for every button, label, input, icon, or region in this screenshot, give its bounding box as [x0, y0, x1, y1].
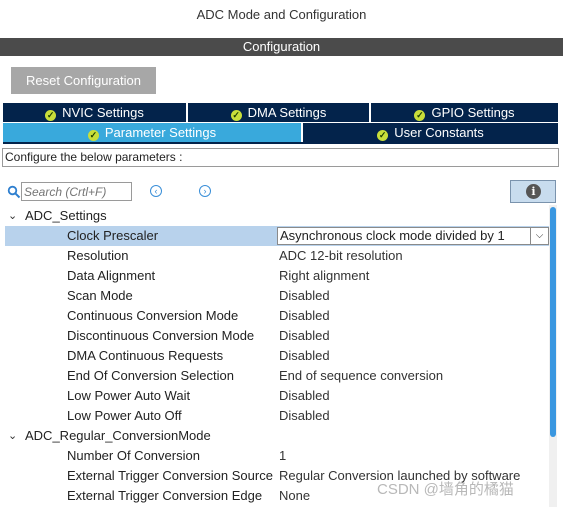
select-value: Asynchronous clock mode divided by 1	[280, 228, 505, 243]
check-icon: ✓	[377, 130, 389, 141]
chevron-down-icon[interactable]: ⌵	[530, 228, 548, 244]
tab-label: GPIO Settings	[431, 105, 515, 120]
group-label: ADC_Settings	[25, 208, 107, 223]
configuration-header: Configuration	[0, 38, 563, 56]
param-value: Disabled	[279, 288, 330, 303]
param-row-dma-continuous-requests[interactable]: DMA Continuous Requests Disabled	[5, 346, 549, 366]
param-name: External Trigger Conversion Edge	[67, 488, 263, 503]
search-input[interactable]	[21, 182, 132, 201]
tabs-divider	[3, 142, 558, 144]
group-label: ADC_Regular_ConversionMode	[25, 428, 211, 443]
param-name: Data Alignment	[67, 268, 156, 283]
param-row-end-of-conversion[interactable]: End Of Conversion Selection End of seque…	[5, 366, 549, 386]
param-name: Low Power Auto Wait	[67, 388, 191, 403]
check-icon: ✓	[230, 110, 242, 121]
param-row-discontinuous-conversion[interactable]: Discontinuous Conversion Mode Disabled	[5, 326, 549, 346]
param-name: Clock Prescaler	[67, 228, 159, 243]
param-value: Right alignment	[279, 268, 370, 283]
watermark: CSDN @墙角的橘猫	[377, 481, 514, 498]
param-name: DMA Continuous Requests	[67, 348, 224, 363]
reset-configuration-button[interactable]: Reset Configuration	[11, 67, 156, 94]
param-row-number-of-conversion[interactable]: Number Of Conversion 1	[5, 446, 549, 466]
param-name: Discontinuous Conversion Mode	[67, 328, 255, 343]
info-button[interactable]: i	[510, 180, 556, 203]
tab-label: User Constants	[394, 125, 484, 140]
group-adc-regular-conversion[interactable]: ⌄ ADC_Regular_ConversionMode	[5, 426, 549, 446]
param-row-low-power-auto-off[interactable]: Low Power Auto Off Disabled	[5, 406, 549, 426]
group-adc-settings[interactable]: ⌄ ADC_Settings	[5, 206, 549, 226]
tab-nvic-settings[interactable]: ✓ NVIC Settings	[3, 103, 186, 122]
param-value: None	[279, 488, 311, 503]
scrollbar-thumb[interactable]	[550, 207, 556, 437]
next-result-icon[interactable]: ›	[199, 185, 211, 197]
param-row-data-alignment[interactable]: Data Alignment Right alignment	[5, 266, 549, 286]
param-name: Scan Mode	[67, 288, 133, 303]
search-icon	[7, 185, 21, 199]
clock-prescaler-select[interactable]: Asynchronous clock mode divided by 1 ⌵	[277, 227, 549, 245]
param-value: Disabled	[279, 388, 330, 403]
tab-label: Parameter Settings	[104, 125, 217, 140]
param-value: Disabled	[279, 408, 330, 423]
tab-label: DMA Settings	[247, 105, 327, 120]
info-icon: i	[526, 184, 541, 199]
param-name: Low Power Auto Off	[67, 408, 182, 423]
check-icon: ✓	[414, 110, 426, 121]
param-name: Number Of Conversion	[67, 448, 200, 463]
tab-gpio-settings[interactable]: ✓ GPIO Settings	[371, 103, 558, 122]
param-name: Continuous Conversion Mode	[67, 308, 239, 323]
check-icon: ✓	[87, 130, 99, 141]
param-row-low-power-auto-wait[interactable]: Low Power Auto Wait Disabled	[5, 386, 549, 406]
param-name: Resolution	[67, 248, 129, 263]
param-name: External Trigger Conversion Source	[67, 468, 273, 483]
configure-instructions: Configure the below parameters :	[2, 148, 559, 167]
param-value: Disabled	[279, 348, 330, 363]
param-row-resolution[interactable]: Resolution ADC 12-bit resolution	[5, 246, 549, 266]
param-row-scan-mode[interactable]: Scan Mode Disabled	[5, 286, 549, 306]
param-value: 1	[279, 448, 287, 463]
tab-parameter-settings[interactable]: ✓ Parameter Settings	[3, 123, 301, 142]
param-value: ADC 12-bit resolution	[279, 248, 403, 263]
param-value: Disabled	[279, 328, 330, 343]
param-name: End Of Conversion Selection	[67, 368, 234, 383]
param-row-clock-prescaler[interactable]: Clock Prescaler Asynchronous clock mode …	[5, 226, 549, 246]
tab-label: NVIC Settings	[62, 105, 144, 120]
check-icon: ✓	[45, 110, 57, 121]
tab-dma-settings[interactable]: ✓ DMA Settings	[188, 103, 369, 122]
param-row-continuous-conversion[interactable]: Continuous Conversion Mode Disabled	[5, 306, 549, 326]
chevron-down-icon[interactable]: ⌄	[8, 426, 17, 446]
window-title: ADC Mode and Configuration	[196, 7, 367, 22]
tab-user-constants[interactable]: ✓ User Constants	[303, 123, 558, 142]
param-value: End of sequence conversion	[279, 368, 444, 383]
previous-result-icon[interactable]: ‹	[150, 185, 162, 197]
param-value: Disabled	[279, 308, 330, 323]
chevron-down-icon[interactable]: ⌄	[8, 206, 17, 226]
